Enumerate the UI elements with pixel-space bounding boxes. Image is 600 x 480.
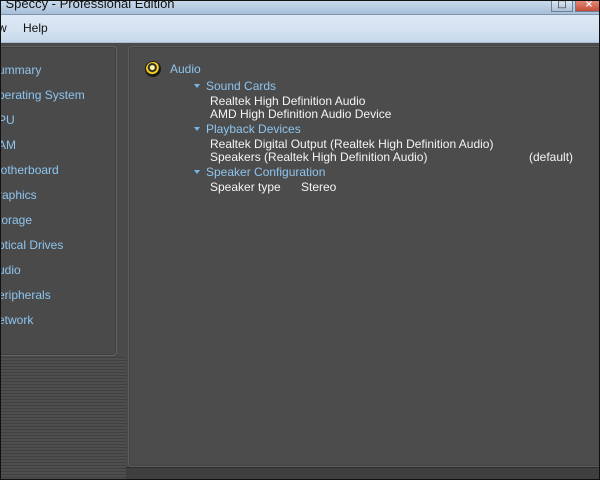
sidebar-background-pattern: [1, 357, 126, 479]
sidebar-item-graphics[interactable]: raphics: [1, 186, 85, 211]
sound-card-item: AMD High Definition Audio Device: [210, 107, 392, 121]
sidebar-item-optical-drives[interactable]: ptical Drives: [1, 236, 85, 261]
sidebar-item-network[interactable]: etwork: [1, 311, 85, 336]
speaker-type-value: Stereo: [301, 180, 337, 194]
sidebar: ummary perating System PU AM lotherboard…: [1, 46, 117, 356]
sidebar-item-peripherals[interactable]: eripherals: [1, 286, 85, 311]
chevron-down-icon[interactable]: [194, 170, 200, 174]
window-title: m Speccy - Professional Edition: [1, 1, 175, 11]
menu-bar: w Help: [1, 15, 599, 43]
speaker-type-label: Speaker type: [210, 180, 281, 194]
sidebar-item-operating-system[interactable]: perating System: [1, 86, 85, 111]
sound-cards-title[interactable]: Sound Cards: [206, 79, 276, 93]
sidebar-item-audio[interactable]: udio: [1, 261, 85, 286]
sidebar-item-ram[interactable]: AM: [1, 136, 85, 161]
chevron-down-icon[interactable]: [194, 84, 200, 88]
speccy-window: m Speccy - Professional Edition □ × w He…: [0, 0, 600, 480]
speaker-configuration-title[interactable]: Speaker Configuration: [206, 165, 325, 179]
sidebar-item-motherboard[interactable]: lotherboard: [1, 161, 85, 186]
chevron-down-icon[interactable]: [194, 127, 200, 131]
status-bar: [126, 467, 599, 479]
playback-devices-title[interactable]: Playback Devices: [206, 122, 301, 136]
close-icon[interactable]: ×: [575, 1, 599, 12]
sidebar-item-storage[interactable]: torage: [1, 211, 85, 236]
default-device-label: (default): [529, 150, 574, 164]
sidebar-item-cpu[interactable]: PU: [1, 111, 85, 136]
playback-device-item: Realtek Digital Output (Realtek High Def…: [210, 137, 494, 151]
sidebar-item-summary[interactable]: ummary: [1, 61, 85, 86]
sidebar-items: ummary perating System PU AM lotherboard…: [1, 61, 85, 336]
menu-view[interactable]: w: [1, 21, 7, 35]
window-controls: □ ×: [551, 1, 599, 14]
title-bar[interactable]: m Speccy - Professional Edition □ ×: [1, 1, 599, 15]
audio-icon: [146, 62, 160, 76]
section-title: Audio: [170, 62, 201, 76]
menu-help[interactable]: Help: [23, 21, 48, 35]
restore-icon[interactable]: □: [551, 1, 573, 12]
playback-device-item: Speakers (Realtek High Definition Audio): [210, 150, 428, 164]
sound-card-item: Realtek High Definition Audio: [210, 94, 366, 108]
